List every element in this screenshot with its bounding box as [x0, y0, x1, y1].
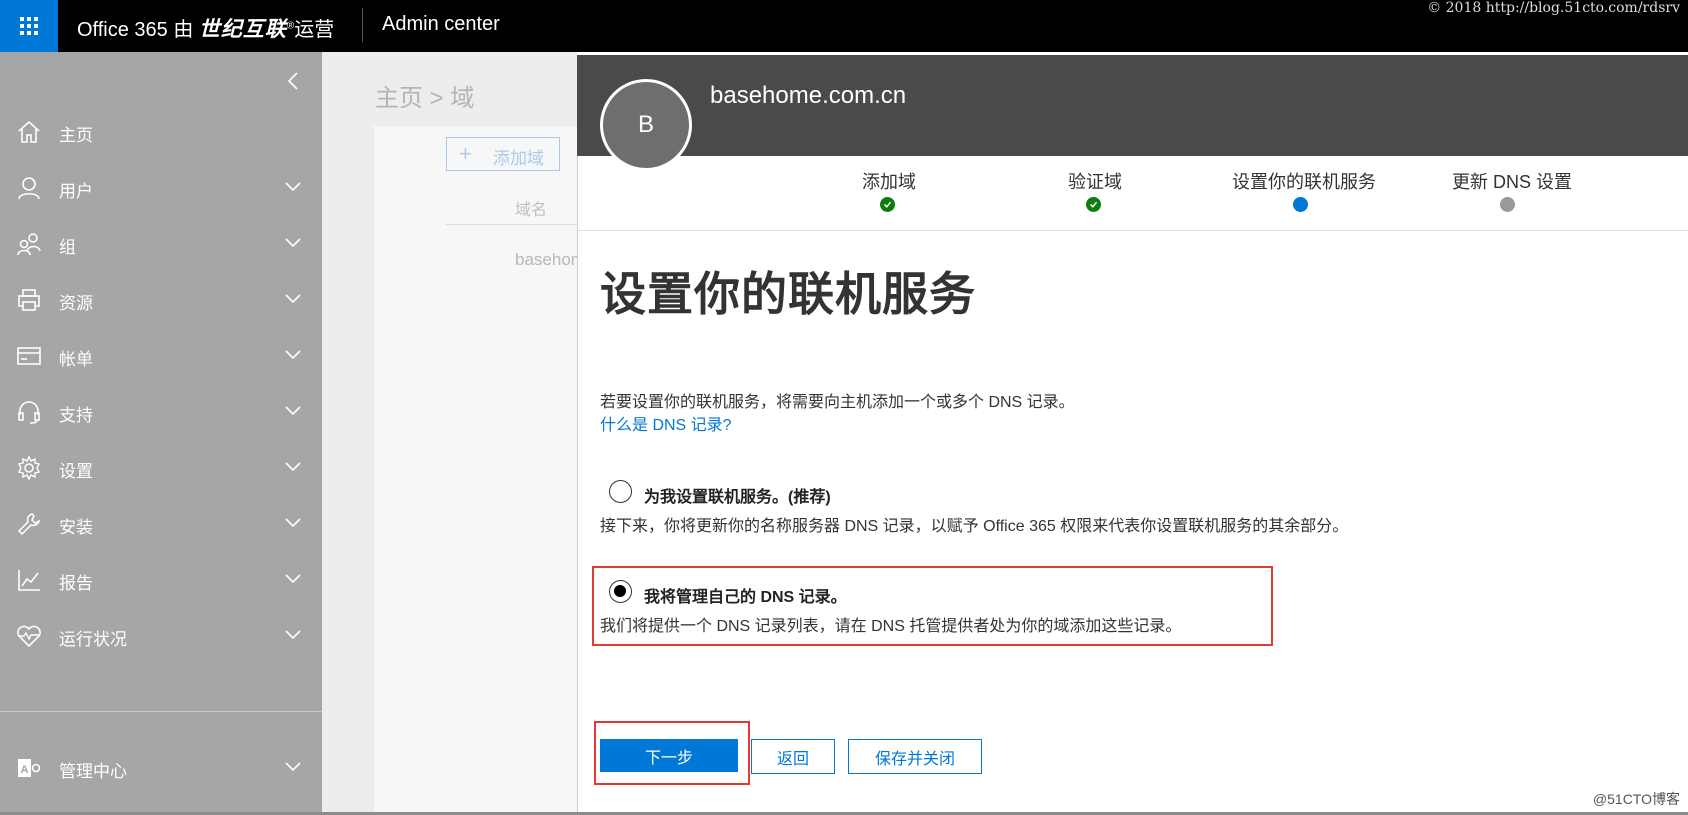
nav-divider [0, 711, 322, 712]
check-icon [880, 197, 895, 212]
step-verify-domain: 验证域 [1068, 172, 1122, 192]
watermark-text: © 2018 http://blog.51cto.com/rdsrv [1427, 0, 1680, 16]
sidebar-item-billing[interactable]: 帐单 [0, 328, 322, 384]
group-icon [17, 233, 41, 256]
save-close-button[interactable]: 保存并关闭 [848, 739, 982, 774]
option-setup-for-me-radio[interactable] [609, 480, 632, 503]
sidebar-item-label: 组 [59, 238, 76, 257]
chevron-down-icon [285, 406, 301, 416]
back-button[interactable]: 返回 [751, 739, 835, 774]
left-navigation: 主页 用户 组 资源 帐单 支持 设置 安装 报告 运行状况 A 管理中心 [0, 52, 322, 815]
option-manage-dns-desc: 我们将提供一个 DNS 记录列表，请在 DNS 托管提供者处为你的域添加这些记录… [600, 618, 1182, 635]
admin-center-window: Office 365 由 世纪互联®运营 Admin center © 2018… [0, 0, 1688, 815]
brand-title[interactable]: Office 365 由 世纪互联®运营 [77, 13, 334, 43]
option-manage-dns-radio[interactable] [609, 580, 632, 603]
steps-divider [578, 230, 1688, 231]
brand-operator: 世纪互联 [198, 18, 287, 41]
domain-avatar: B [600, 79, 692, 171]
sidebar-item-support[interactable]: 支持 [0, 384, 322, 440]
check-icon [1086, 197, 1101, 212]
sidebar-item-users[interactable]: 用户 [0, 160, 322, 216]
app-launcher-button[interactable] [0, 0, 58, 52]
option-setup-for-me-label[interactable]: 为我设置联机服务。(推荐) [644, 483, 831, 507]
waffle-icon [20, 17, 38, 35]
top-bar: Office 365 由 世纪互联®运营 Admin center © 2018… [0, 0, 1688, 52]
sidebar-item-reports[interactable]: 报告 [0, 552, 322, 608]
sidebar-item-settings[interactable]: 设置 [0, 440, 322, 496]
sidebar-item-label: 主页 [59, 126, 93, 145]
sidebar-item-label: 支持 [59, 406, 93, 425]
sidebar-item-label: 管理中心 [59, 762, 127, 781]
sidebar-item-resources[interactable]: 资源 [0, 272, 322, 328]
wrench-icon [17, 513, 41, 536]
step-setup-online-services: 设置你的联机服务 [1232, 172, 1376, 192]
next-button[interactable]: 下一步 [600, 739, 738, 772]
sidebar-item-label: 安装 [59, 518, 93, 537]
sidebar-item-label: 运行状况 [59, 630, 127, 649]
sidebar-item-health[interactable]: 运行状况 [0, 608, 322, 664]
app-name: Admin center [382, 13, 500, 35]
printer-icon [18, 289, 40, 311]
sidebar-item-home[interactable]: 主页 [0, 104, 322, 160]
brand-suffix: 运营 [294, 19, 335, 41]
headset-icon [18, 401, 40, 424]
table-row[interactable]: basehome.com.cn [515, 250, 577, 270]
collapse-nav-icon[interactable] [286, 70, 300, 92]
intro-text: 若要设置你的联机服务，将需要向主机添加一个或多个 DNS 记录。 [600, 394, 1075, 411]
gear-icon [17, 455, 41, 481]
chevron-down-icon [285, 630, 301, 640]
table-divider [446, 224, 577, 225]
step-update-dns: 更新 DNS 设置 [1452, 172, 1573, 192]
header-divider [362, 8, 363, 42]
page-title: 设置你的联机服务 [600, 268, 976, 320]
chevron-down-icon [285, 462, 301, 472]
sidebar-item-label: 资源 [59, 294, 93, 313]
chevron-down-icon [285, 294, 301, 304]
chevron-down-icon [285, 350, 301, 360]
chevron-down-icon [285, 518, 301, 528]
sidebar-item-label: 设置 [59, 462, 93, 481]
chevron-down-icon [285, 238, 301, 248]
sidebar-item-label: 用户 [59, 182, 93, 201]
domain-title: basehome.com.cn [710, 82, 907, 109]
what-is-dns-link[interactable]: 什么是 DNS 记录? [600, 411, 732, 435]
brand-prefix: Office 365 由 [77, 19, 194, 41]
admin-centers-icon: A [18, 759, 41, 777]
option-manage-dns-label[interactable]: 我将管理自己的 DNS 记录。 [644, 583, 847, 607]
chevron-down-icon [285, 182, 301, 192]
add-domain-button[interactable]: + 添加域 [446, 137, 560, 171]
heart-pulse-icon [17, 625, 41, 648]
add-domain-label: 添加域 [493, 149, 544, 168]
user-icon [18, 177, 40, 200]
chevron-down-icon [285, 574, 301, 584]
domains-list-card [374, 126, 577, 815]
step-pending-indicator [1500, 197, 1515, 212]
home-icon [18, 120, 40, 143]
credit-card-icon [17, 347, 41, 365]
svg-text:A: A [21, 764, 29, 776]
step-current-indicator [1293, 197, 1308, 212]
sidebar-item-label: 帐单 [59, 350, 93, 369]
plus-icon: + [459, 141, 472, 166]
sidebar-item-setup[interactable]: 安装 [0, 496, 322, 552]
breadcrumb[interactable]: 主页 > 域 [375, 78, 474, 113]
sidebar-item-groups[interactable]: 组 [0, 216, 322, 272]
sidebar-item-admin-centers[interactable]: A 管理中心 [0, 740, 322, 796]
chevron-down-icon [285, 762, 301, 772]
sidebar-item-label: 报告 [59, 574, 93, 593]
site-watermark: @51CTO博客 [1592, 791, 1680, 807]
chart-icon [18, 570, 40, 591]
option-setup-for-me-desc: 接下来，你将更新你的名称服务器 DNS 记录，以赋予 Office 365 权限… [600, 518, 1349, 535]
column-header-domain[interactable]: 域名 [515, 196, 547, 220]
step-add-domain: 添加域 [862, 172, 916, 192]
